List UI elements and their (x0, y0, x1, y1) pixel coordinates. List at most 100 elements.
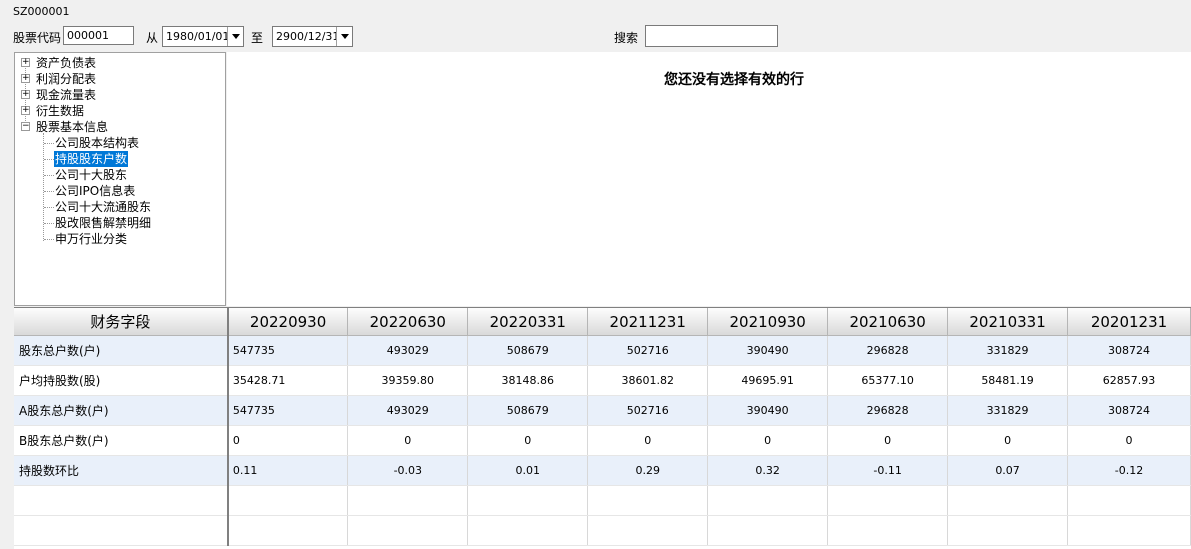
table-cell[interactable]: 296828 (827, 335, 949, 366)
row-field-label[interactable]: 持股数环比 (14, 455, 229, 486)
table-cell[interactable]: 331829 (947, 335, 1069, 366)
table-cell[interactable]: 62857.93 (1067, 365, 1191, 396)
table-cell[interactable]: 493029 (347, 335, 469, 366)
tree-item-cash-flow[interactable]: 现金流量表 (36, 87, 96, 103)
table-cell[interactable]: 0.07 (947, 455, 1069, 486)
column-header[interactable]: 20220331 (467, 308, 589, 336)
column-header[interactable]: 20210630 (827, 308, 949, 336)
empty-row (14, 485, 1191, 516)
table-row[interactable]: A股东总户数(户) 547735 493029 508679 502716 39… (14, 395, 1191, 426)
table-cell[interactable]: 49695.91 (707, 365, 829, 396)
table-cell[interactable]: -0.03 (347, 455, 469, 486)
table-cell[interactable]: 38601.82 (587, 365, 709, 396)
table-cell[interactable]: 390490 (707, 395, 829, 426)
expand-icon[interactable]: + (21, 58, 30, 67)
detail-panel: 您还没有选择有效的行 (227, 52, 1191, 306)
column-header[interactable]: 20210331 (947, 308, 1069, 336)
table-cell[interactable]: 0.29 (587, 455, 709, 486)
table-cell[interactable]: 0 (827, 425, 949, 456)
to-date-dropdown-icon[interactable] (336, 27, 352, 46)
table-cell[interactable]: 0.01 (467, 455, 589, 486)
from-date-picker[interactable]: 1980/01/01 (162, 26, 244, 47)
empty-cell (1067, 485, 1191, 516)
tree-item-top10-holders[interactable]: 公司十大股东 (55, 167, 127, 183)
column-header[interactable]: 20220930 (227, 308, 349, 336)
tree-item-restricted-unlock[interactable]: 股改限售解禁明细 (55, 215, 151, 231)
row-field-label[interactable]: A股东总户数(户) (14, 395, 229, 426)
column-header[interactable]: 20220630 (347, 308, 469, 336)
empty-cell (347, 515, 469, 546)
tree-item-shareholder-count[interactable]: 持股股东户数 (54, 151, 129, 167)
empty-cell (587, 515, 709, 546)
table-cell[interactable]: 65377.10 (827, 365, 949, 396)
tree-item-sw-industry[interactable]: 申万行业分类 (55, 231, 127, 247)
table-cell[interactable]: 0 (467, 425, 589, 456)
table-cell[interactable]: 39359.80 (347, 365, 469, 396)
table-cell[interactable]: 0.32 (707, 455, 829, 486)
table-cell[interactable]: 0 (707, 425, 829, 456)
tree-branch-line (44, 207, 54, 208)
table-cell[interactable]: 0 (227, 425, 349, 456)
table-cell[interactable]: 502716 (587, 335, 709, 366)
table-cell[interactable]: -0.11 (827, 455, 949, 486)
column-header[interactable]: 20201231 (1067, 308, 1191, 336)
table-cell[interactable]: 0 (347, 425, 469, 456)
stock-code-label: 股票代码 (13, 31, 62, 45)
row-field-label[interactable]: B股东总户数(户) (14, 425, 229, 456)
empty-row (14, 515, 1191, 546)
tree-item-stock-basic-info[interactable]: 股票基本信息 (36, 119, 108, 135)
empty-cell (227, 515, 349, 546)
table-cell[interactable]: 508679 (467, 335, 589, 366)
table-cell[interactable]: 331829 (947, 395, 1069, 426)
stock-code-input[interactable] (63, 26, 134, 45)
table-cell[interactable]: 502716 (587, 395, 709, 426)
table-cell[interactable]: 493029 (347, 395, 469, 426)
row-field-label[interactable]: 户均持股数(股) (14, 365, 229, 396)
table-row[interactable]: 持股数环比 0.11 -0.03 0.01 0.29 0.32 -0.11 0.… (14, 455, 1191, 486)
tree-item-share-structure[interactable]: 公司股本结构表 (55, 135, 139, 151)
table-row[interactable]: B股东总户数(户) 0 0 0 0 0 0 0 0 (14, 425, 1191, 456)
data-table: 财务字段 20220930 20220630 20220331 20211231… (14, 308, 1191, 546)
empty-cell (707, 515, 829, 546)
table-cell[interactable]: 0 (587, 425, 709, 456)
column-header-field[interactable]: 财务字段 (14, 308, 229, 336)
table-cell[interactable]: 508679 (467, 395, 589, 426)
table-cell[interactable]: 0 (947, 425, 1069, 456)
category-tree[interactable]: + 资产负债表 + 利润分配表 + 现金流量表 + 衍生数据 − 股票基本信息 … (14, 52, 226, 306)
table-cell[interactable]: 0 (1067, 425, 1191, 456)
row-field-label[interactable]: 股东总户数(户) (14, 335, 229, 366)
empty-cell (467, 485, 589, 516)
to-date-picker[interactable]: 2900/12/31 (272, 26, 353, 47)
financial-data-grid[interactable]: 财务字段 20220930 20220630 20220331 20211231… (14, 307, 1191, 549)
tree-branch-line (44, 191, 54, 192)
expand-icon[interactable]: + (21, 106, 30, 115)
tree-item-ipo-info[interactable]: 公司IPO信息表 (55, 183, 135, 199)
collapse-icon[interactable]: − (21, 122, 30, 131)
column-header[interactable]: 20210930 (707, 308, 829, 336)
table-cell[interactable]: 547735 (227, 335, 349, 366)
search-input[interactable] (645, 25, 778, 47)
expand-icon[interactable]: + (21, 74, 30, 83)
from-date-value: 1980/01/01 (166, 30, 230, 43)
tree-item-top10-float-holders[interactable]: 公司十大流通股东 (55, 199, 151, 215)
table-cell[interactable]: 0.11 (227, 455, 349, 486)
table-cell[interactable]: 547735 (227, 395, 349, 426)
table-cell[interactable]: 308724 (1067, 335, 1191, 366)
table-cell[interactable]: 58481.19 (947, 365, 1069, 396)
tree-branch-line (44, 239, 54, 240)
table-cell[interactable]: 308724 (1067, 395, 1191, 426)
column-header[interactable]: 20211231 (587, 308, 709, 336)
tree-item-derived-data[interactable]: 衍生数据 (36, 103, 84, 119)
tree-item-profit-distribution[interactable]: 利润分配表 (36, 71, 96, 87)
from-date-dropdown-icon[interactable] (227, 27, 243, 46)
table-cell[interactable]: 35428.71 (227, 365, 349, 396)
table-row[interactable]: 股东总户数(户) 547735 493029 508679 502716 390… (14, 335, 1191, 366)
table-cell[interactable]: 38148.86 (467, 365, 589, 396)
tree-item-balance-sheet[interactable]: 资产负债表 (36, 55, 96, 71)
table-cell[interactable]: 390490 (707, 335, 829, 366)
table-cell[interactable]: -0.12 (1067, 455, 1191, 486)
table-cell[interactable]: 296828 (827, 395, 949, 426)
table-row[interactable]: 户均持股数(股) 35428.71 39359.80 38148.86 3860… (14, 365, 1191, 396)
expand-icon[interactable]: + (21, 90, 30, 99)
window-title: SZ000001 (13, 5, 70, 18)
